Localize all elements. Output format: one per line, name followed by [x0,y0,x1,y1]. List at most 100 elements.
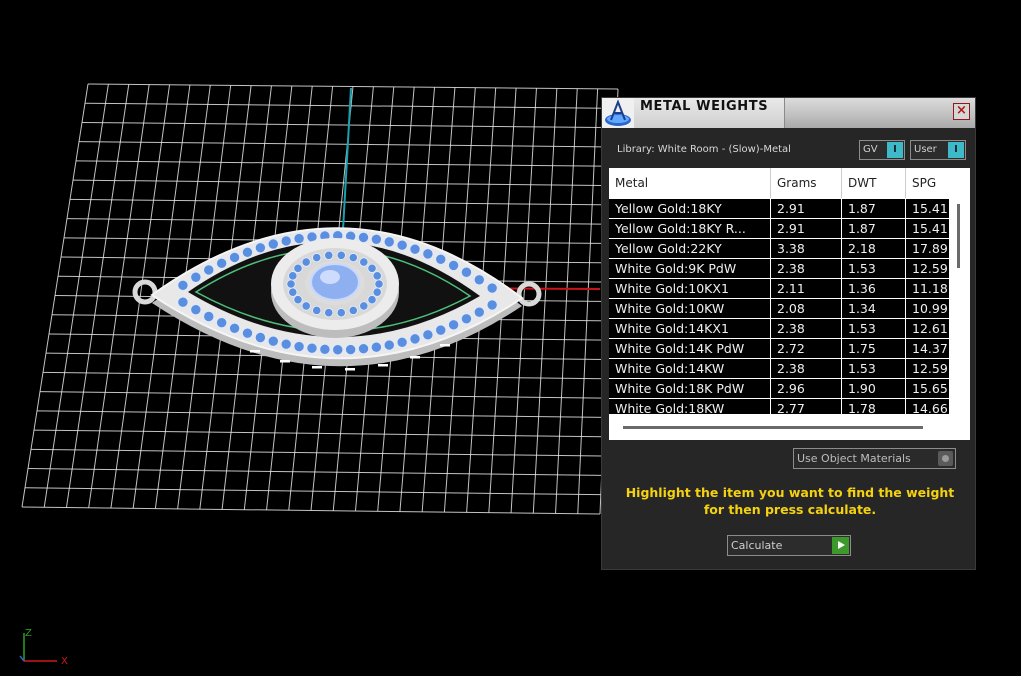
stone [422,329,434,341]
stone [422,248,434,260]
calculate-button[interactable]: Calculate [727,535,851,556]
grams-cell: 2.77 [771,399,841,414]
table-row[interactable]: Yellow Gold:22KY 3.38 2.18 17.89 [609,239,949,258]
dwt-cell: 1.90 [842,379,905,398]
stone [396,239,408,251]
stone [324,250,334,260]
edge-mark [410,356,420,359]
library-label: Library: White Room - (Slow)-Metal [617,144,791,155]
stone [293,232,305,245]
stone [267,335,279,347]
table-row[interactable]: White Gold:10KX1 2.11 1.36 11.18 [609,279,949,298]
dwt-cell: 1.78 [842,399,905,414]
stone [367,295,377,305]
stone [203,264,215,276]
x-axis-label: X [61,656,68,667]
stone [486,282,498,294]
stone [254,331,267,344]
column-header-dwt[interactable]: DWT [842,168,906,198]
spg-cell: 15.65 [906,379,949,398]
table-row[interactable]: White Gold:9K PdW 2.38 1.53 12.59 [609,259,949,278]
stone [288,271,298,281]
metal-cell: White Gold:18KW [609,399,770,414]
table-row[interactable]: White Gold:14KW 2.38 1.53 12.59 [609,359,949,378]
grams-cell: 2.72 [771,339,841,358]
stone [215,317,228,329]
z-axis-label: Z [25,628,32,639]
stone [486,299,498,311]
stone [435,253,447,266]
stone [359,257,369,267]
gv-toggle[interactable]: GV I [859,140,905,160]
grams-cell: 3.38 [771,239,841,258]
table-header: Metal Grams DWT SPG [609,168,949,198]
table-row[interactable]: White Gold:18KW 2.77 1.78 14.66 [609,399,949,414]
stone [435,324,447,336]
toggle-knob-icon: I [887,142,903,158]
metal-cell: White Gold:14K PdW [609,339,770,358]
use-object-materials-label: Use Object Materials [797,452,911,465]
horizontal-scrollbar[interactable] [623,426,923,429]
dwt-cell: 1.53 [842,359,905,378]
stone [370,233,383,245]
stone [460,266,473,278]
spg-cell: 12.59 [906,359,949,378]
stone [286,279,296,289]
evil-eye-pendant[interactable] [132,227,542,371]
stone [372,287,382,297]
left-jump-ring [132,279,158,305]
vertical-scrollbar[interactable] [957,204,960,268]
edge-mark [345,368,355,371]
stone [312,253,322,263]
use-object-materials-toggle[interactable]: Use Object Materials [793,448,956,469]
dwt-cell: 1.53 [842,319,905,338]
close-button[interactable]: × [953,103,970,120]
dwt-cell: 2.18 [842,239,905,258]
spg-cell: 14.66 [906,399,949,414]
stone [228,251,241,264]
spg-cell: 10.99 [906,299,949,318]
stone [319,343,331,356]
edge-mark [440,344,450,347]
metal-cell: White Gold:10KW [609,299,770,318]
spg-cell: 14.37 [906,339,949,358]
metal-cell: Yellow Gold:18KY R... [609,219,770,238]
stone [370,341,383,353]
stone [348,253,358,263]
stone [241,327,254,339]
stone [267,238,279,250]
stone [301,301,311,311]
stone [177,296,189,308]
metal-weights-panel: METAL WEIGHTS × Library: White Room - (S… [601,97,976,570]
table-row[interactable]: Yellow Gold:18KY 2.91 1.87 15.41 [609,199,949,218]
grams-cell: 2.08 [771,299,841,318]
panel-titlebar[interactable]: METAL WEIGHTS × [602,98,975,128]
table-row[interactable]: White Gold:10KW 2.08 1.34 10.99 [609,299,949,318]
stone [372,271,382,281]
table-row[interactable]: White Gold:14K PdW 2.72 1.75 14.37 [609,339,949,358]
grams-cell: 2.91 [771,219,841,238]
table-row[interactable]: White Gold:18K PdW 2.96 1.90 15.65 [609,379,949,398]
dwt-cell: 1.34 [842,299,905,318]
stone [280,235,292,247]
spg-cell: 12.59 [906,259,949,278]
dwt-cell: 1.87 [842,219,905,238]
table-row[interactable]: Yellow Gold:18KY R... 2.91 1.87 15.41 [609,219,949,238]
stone [473,306,486,318]
gv-toggle-label: GV [863,144,878,155]
column-header-spg[interactable]: SPG [906,168,949,198]
spg-cell: 17.89 [906,239,949,258]
user-toggle[interactable]: User I [910,140,966,160]
stone [383,339,395,351]
edge-mark [378,364,388,367]
spg-cell: 15.41 [906,199,949,218]
spg-cell: 15.41 [906,219,949,238]
stone [383,236,395,248]
table-row[interactable]: White Gold:14KX1 2.38 1.53 12.61 [609,319,949,338]
column-header-metal[interactable]: Metal [609,168,771,198]
column-header-grams[interactable]: Grams [771,168,842,198]
stone [396,336,408,349]
app-logo-icon [602,98,634,128]
instruction-text: Highlight the item you want to find the … [625,485,955,517]
user-toggle-label: User [914,144,937,155]
